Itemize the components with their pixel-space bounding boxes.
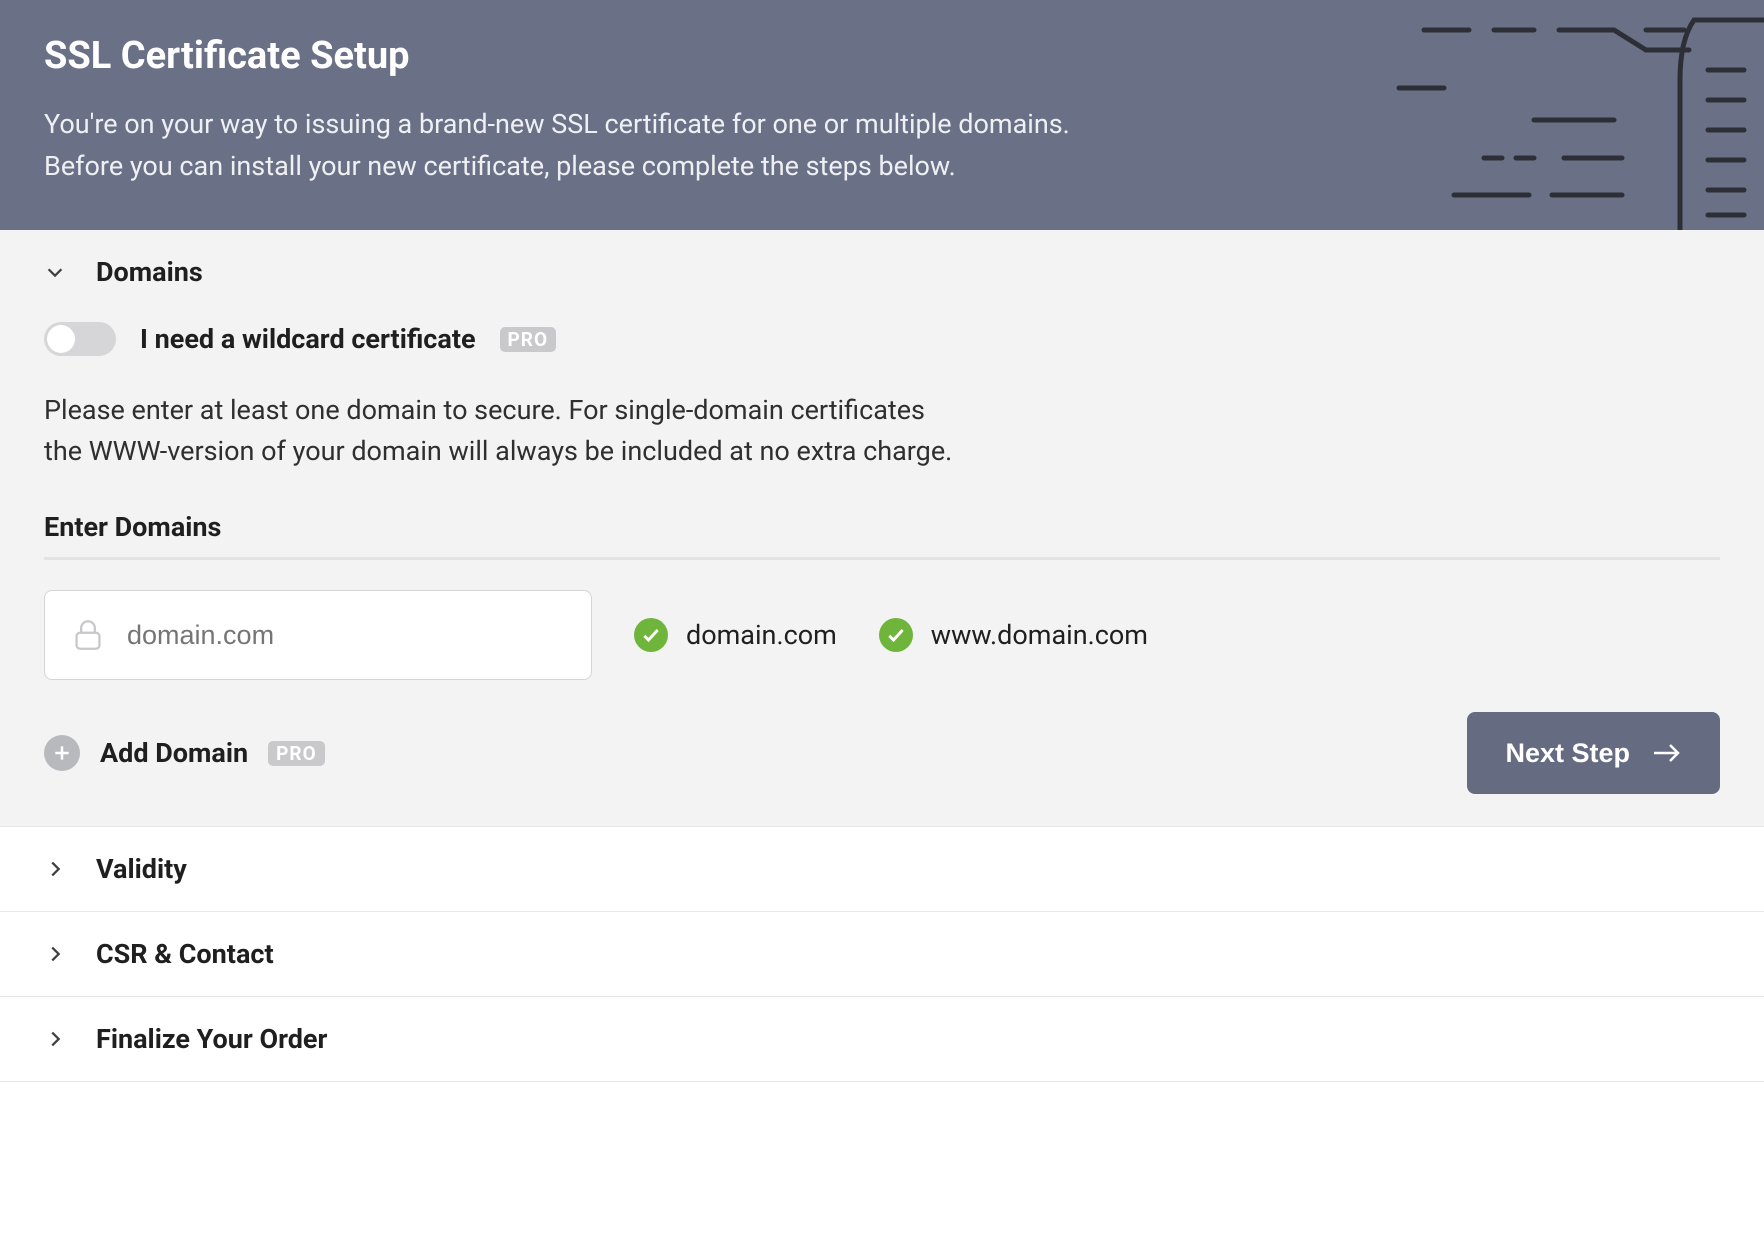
page-subtitle: You're on your way to issuing a brand-ne… [44, 104, 1244, 188]
section-title-validity: Validity [96, 853, 187, 885]
next-step-label: Next Step [1505, 738, 1630, 769]
add-domain-button[interactable]: Add Domain PRO [44, 735, 325, 771]
pro-badge: PRO [268, 741, 325, 766]
verified-domain-1: domain.com [634, 618, 837, 652]
section-body-domains: I need a wildcard certificate PRO Please… [0, 322, 1764, 826]
add-domain-label: Add Domain [100, 737, 248, 769]
verified-domain-2: www.domain.com [879, 618, 1148, 652]
chevron-down-icon [44, 261, 66, 283]
divider [44, 557, 1720, 560]
lock-icon [74, 619, 102, 651]
toggle-knob [47, 325, 75, 353]
next-step-button[interactable]: Next Step [1467, 712, 1720, 794]
wildcard-row: I need a wildcard certificate PRO [44, 322, 1720, 356]
section-title-csr: CSR & Contact [96, 938, 274, 970]
enter-domains-label: Enter Domains [44, 511, 1720, 543]
section-header-csr[interactable]: CSR & Contact [0, 911, 1764, 996]
section-header-domains[interactable]: Domains [0, 230, 1764, 314]
domain-input-row: domain.com www.domain.com [44, 590, 1720, 680]
chevron-right-icon [44, 943, 66, 965]
section-header-finalize[interactable]: Finalize Your Order [0, 996, 1764, 1082]
section-header-validity[interactable]: Validity [0, 826, 1764, 911]
wildcard-toggle-label: I need a wildcard certificate [140, 323, 476, 355]
page-title: SSL Certificate Setup [44, 34, 1720, 78]
plus-icon [44, 735, 80, 771]
domain-input[interactable] [44, 590, 592, 680]
hero-banner: SSL Certificate Setup You're on your way… [0, 0, 1764, 230]
arrow-right-icon [1652, 741, 1682, 765]
section-title-domains: Domains [96, 256, 203, 288]
action-row: Add Domain PRO Next Step [44, 712, 1720, 794]
domains-instruction: Please enter at least one domain to secu… [44, 390, 1720, 471]
chevron-right-icon [44, 858, 66, 880]
pro-badge: PRO [500, 327, 557, 352]
wildcard-toggle[interactable] [44, 322, 116, 356]
check-icon [634, 618, 668, 652]
check-icon [879, 618, 913, 652]
section-title-finalize: Finalize Your Order [96, 1023, 327, 1055]
chevron-right-icon [44, 1028, 66, 1050]
main-content: Domains I need a wildcard certificate PR… [0, 230, 1764, 1082]
